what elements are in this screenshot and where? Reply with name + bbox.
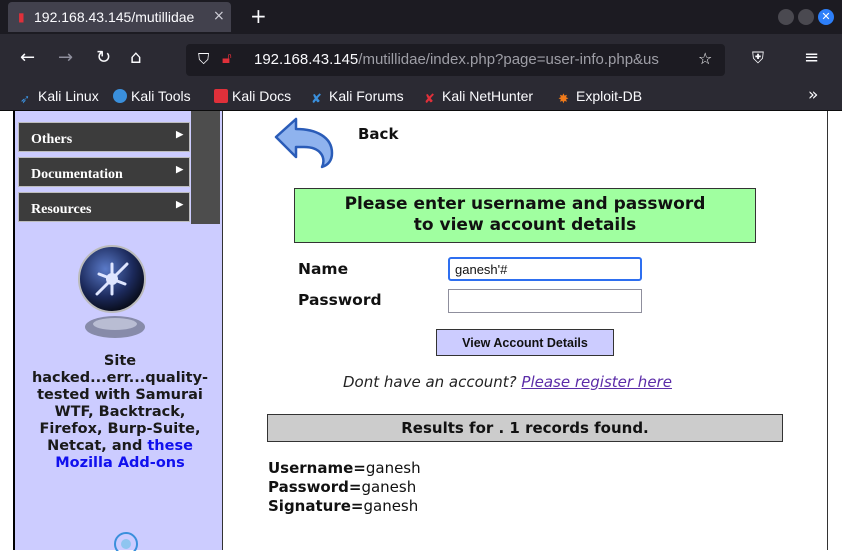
bookmark-label: Kali Forums bbox=[329, 88, 404, 104]
name-input[interactable]: ganesh'# bbox=[448, 257, 642, 281]
back-link[interactable]: Back bbox=[358, 125, 398, 143]
record-key: Signature= bbox=[268, 497, 364, 515]
chevron-right-icon: ▶ bbox=[176, 164, 183, 174]
back-arrow-icon[interactable] bbox=[272, 115, 340, 169]
tagline-line: tested with Samurai bbox=[37, 387, 203, 403]
record-key: Username= bbox=[268, 459, 366, 477]
kali-tools-icon bbox=[113, 89, 127, 103]
register-link[interactable]: Please register here bbox=[521, 373, 672, 391]
tagline-line: Netcat, and these bbox=[15, 438, 225, 455]
exploit-db-icon: ✸ bbox=[558, 91, 569, 106]
banner-line: Please enter username and password bbox=[344, 194, 706, 214]
url-path: /mutillidae/index.php?page=user-info.php… bbox=[358, 51, 659, 68]
bookmark-label: Kali Docs bbox=[232, 88, 292, 104]
logo-reflection-icon bbox=[85, 316, 145, 338]
tab-close-icon[interactable]: × bbox=[213, 8, 225, 24]
bookmark-kali-tools[interactable]: Kali Tools bbox=[113, 88, 191, 104]
home-icon[interactable]: ⌂ bbox=[130, 48, 141, 68]
favicon-icon: ▮ bbox=[18, 10, 25, 24]
record-value: ganesh bbox=[361, 478, 417, 496]
tagline-line: Firefox, Burp-Suite, bbox=[39, 421, 201, 437]
bookmark-kali-docs[interactable]: Kali Docs bbox=[214, 88, 291, 104]
globe-icon bbox=[114, 532, 138, 551]
content-border bbox=[827, 111, 828, 550]
shield-icon[interactable]: ⛉ bbox=[198, 50, 209, 68]
browser-tab[interactable]: ▮ 192.168.43.145/mutillidae × bbox=[8, 2, 231, 32]
register-text: Dont have an account? bbox=[343, 373, 522, 391]
these-link[interactable]: these bbox=[147, 438, 193, 454]
minimize-button[interactable] bbox=[778, 9, 794, 25]
password-input[interactable] bbox=[448, 289, 642, 313]
tagline-line: hacked...err...quality- bbox=[31, 370, 209, 386]
kali-dragon-icon: ➶ bbox=[20, 92, 31, 106]
navigation-bar: ← → ↻ ⌂ ⛉ 🔓︎ 192.168.43.145/mutillidae/i… bbox=[0, 34, 842, 86]
maximize-button[interactable] bbox=[798, 9, 814, 25]
menu-item-label: Others bbox=[31, 132, 73, 147]
kali-docs-icon bbox=[214, 89, 228, 103]
mozilla-addons-link[interactable]: Mozilla Add-ons bbox=[15, 455, 225, 472]
password-label: Password bbox=[298, 291, 382, 309]
view-account-details-button[interactable]: View Account Details bbox=[436, 329, 614, 356]
menu-item-label: Resources bbox=[31, 202, 92, 217]
chevron-right-icon: ▶ bbox=[176, 199, 183, 209]
chevron-right-icon: ▶ bbox=[176, 129, 183, 139]
kali-forums-icon: ✘ bbox=[311, 91, 322, 106]
insecure-lock-icon[interactable]: 🔓︎ bbox=[222, 49, 232, 67]
record-value: ganesh bbox=[363, 497, 419, 515]
record-username: Username=ganesh bbox=[268, 459, 421, 477]
record-key: Password= bbox=[268, 478, 362, 496]
tagline-text: Netcat, and bbox=[47, 438, 148, 454]
menu-hamburger-icon[interactable]: ≡ bbox=[804, 48, 819, 68]
nethunter-icon: ✘ bbox=[424, 91, 435, 106]
name-label: Name bbox=[298, 260, 349, 278]
site-tagline: Site hacked...err...quality- tested with… bbox=[15, 353, 225, 472]
record-password: Password=ganesh bbox=[268, 478, 416, 496]
close-window-button[interactable]: ✕ bbox=[818, 9, 834, 25]
bookmark-label: Kali Tools bbox=[131, 88, 191, 104]
url-host: 192.168.43.145 bbox=[254, 51, 359, 68]
tagline-line: WTF, Backtrack, bbox=[54, 404, 186, 420]
reload-icon[interactable]: ↻ bbox=[96, 48, 111, 68]
bookmark-label: Kali Linux bbox=[38, 88, 99, 104]
url-bar[interactable]: ⛉ 🔓︎ 192.168.43.145/mutillidae/index.php… bbox=[186, 44, 725, 76]
instruction-banner: Please enter username and password to vi… bbox=[294, 188, 756, 243]
bookmark-label: Kali NetHunter bbox=[442, 88, 534, 104]
tab-title: 192.168.43.145/mutillidae bbox=[34, 9, 195, 25]
bookmarks-bar: ➶ Kali Linux Kali Tools Kali Docs ✘ Kali F… bbox=[0, 80, 842, 111]
tagline-line: Site bbox=[103, 353, 137, 369]
results-header: Results for . 1 records found. bbox=[267, 414, 783, 442]
tab-bar: ▮ 192.168.43.145/mutillidae × + ✕ bbox=[0, 0, 842, 34]
pocket-icon[interactable]: ⛨ bbox=[752, 48, 764, 68]
register-prompt: Dont have an account? Please register he… bbox=[343, 373, 672, 391]
bookmarks-overflow-icon[interactable]: » bbox=[808, 85, 818, 105]
banner-line: to view account details bbox=[413, 215, 637, 235]
bookmark-kali-nethunter[interactable]: ✘ Kali NetHunter bbox=[424, 88, 534, 106]
new-tab-button[interactable]: + bbox=[250, 4, 267, 28]
url-text[interactable]: 192.168.43.145/mutillidae/index.php?page… bbox=[254, 51, 694, 68]
forward-nav-icon[interactable]: → bbox=[58, 48, 73, 68]
back-nav-icon[interactable]: ← bbox=[20, 48, 35, 68]
menu-shadow bbox=[191, 111, 220, 224]
record-value: ganesh bbox=[365, 459, 421, 477]
record-signature: Signature=ganesh bbox=[268, 497, 418, 515]
bookmark-label: Exploit-DB bbox=[576, 88, 643, 104]
bookmark-kali-linux[interactable]: ➶ Kali Linux bbox=[20, 88, 99, 106]
bookmark-kali-forums[interactable]: ✘ Kali Forums bbox=[311, 88, 404, 106]
menu-item-documentation[interactable]: Documentation ▶ bbox=[18, 157, 190, 187]
owasp-logo-icon bbox=[78, 245, 146, 313]
bookmark-exploit-db[interactable]: ✸ Exploit-DB bbox=[558, 88, 643, 106]
menu-item-others[interactable]: Others ▶ bbox=[18, 122, 190, 152]
menu-item-label: Documentation bbox=[31, 167, 123, 182]
sidebar: Others ▶ Documentation ▶ Resources ▶ Site h… bbox=[13, 111, 225, 551]
page-content: Others ▶ Documentation ▶ Resources ▶ Site h… bbox=[0, 111, 842, 551]
bookmark-star-icon[interactable]: ☆ bbox=[698, 49, 712, 68]
menu-item-resources[interactable]: Resources ▶ bbox=[18, 192, 190, 222]
